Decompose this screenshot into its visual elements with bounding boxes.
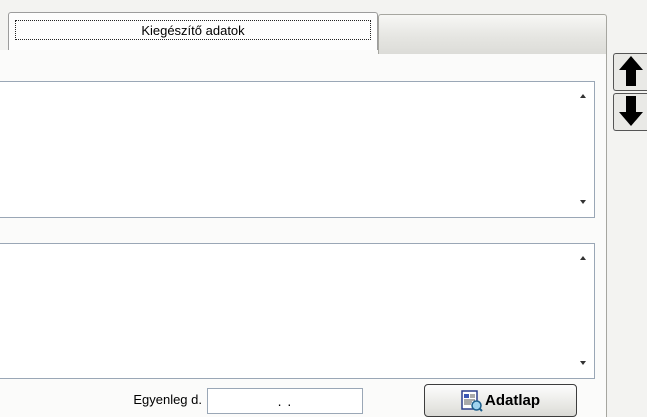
datasheet-button-label: Adatlap: [484, 392, 540, 409]
tab-label: Kiegészítő adatok: [15, 20, 371, 40]
scroll-down-icon[interactable]: [580, 361, 586, 365]
nav-up-button[interactable]: [613, 53, 647, 91]
tab-empty[interactable]: [378, 14, 607, 54]
nav-down-button[interactable]: [613, 93, 647, 131]
notes-textarea-1[interactable]: [0, 81, 595, 218]
notes-textarea-2[interactable]: [0, 243, 595, 379]
datasheet-button[interactable]: Adatlap: [424, 384, 577, 417]
document-magnifier-icon: [461, 389, 483, 412]
balance-date-field[interactable]: . .: [207, 388, 363, 414]
arrow-up-icon: [618, 55, 644, 90]
scroll-down-icon[interactable]: [580, 200, 586, 204]
tab-kiegeszito-adatok[interactable]: Kiegészítő adatok: [8, 12, 378, 50]
arrow-down-icon: [618, 95, 644, 130]
balance-date-label: Egyenleg d.: [133, 392, 202, 407]
scroll-up-icon[interactable]: [580, 94, 586, 98]
scroll-up-icon[interactable]: [580, 256, 586, 260]
